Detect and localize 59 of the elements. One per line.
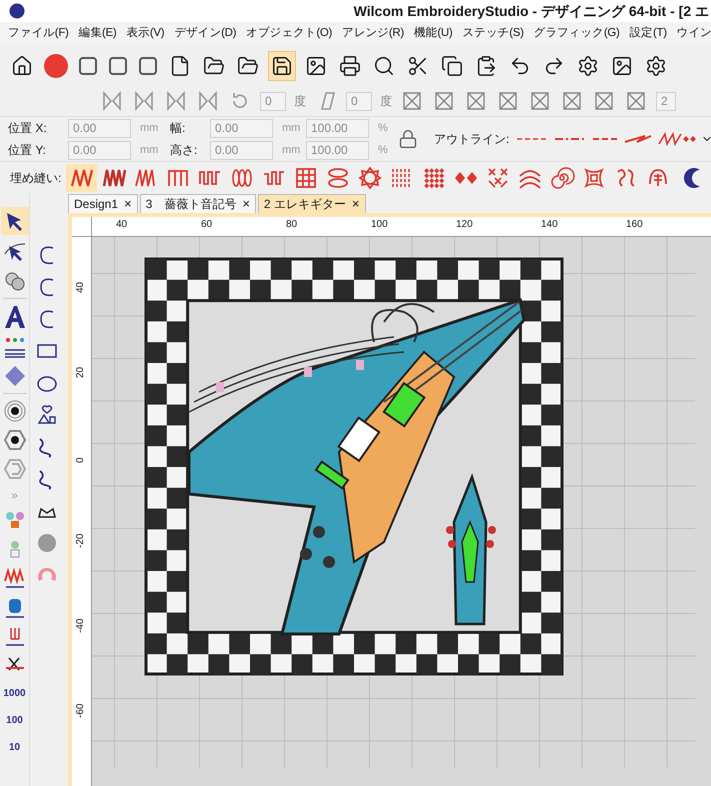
zigzag-icon[interactable] — [66, 164, 98, 192]
ruler-label: 80 — [286, 218, 298, 232]
menu-item[interactable]: 設定(T) — [630, 25, 667, 43]
menu-item[interactable]: 表示(V) — [126, 25, 164, 43]
unit-label: mm — [281, 142, 302, 158]
percent-label: % — [377, 120, 389, 136]
unit-label: mm — [139, 142, 160, 158]
ruler-label: -60 — [74, 704, 87, 718]
menu-item[interactable]: ウイン — [676, 25, 711, 43]
percent-label: % — [377, 142, 389, 158]
close-icon[interactable]: × — [242, 194, 250, 214]
save-icon[interactable] — [268, 51, 296, 81]
ruler-label: -20 — [74, 534, 87, 548]
menu-item[interactable]: アレンジ(R) — [342, 25, 404, 43]
outline-styles-icon[interactable] — [517, 132, 698, 146]
unit-label: mm — [139, 120, 160, 136]
height-label: 高さ: — [170, 142, 198, 159]
document-tab[interactable]: Design1 × — [68, 194, 138, 213]
menu-item[interactable]: グラフィック(G) — [534, 25, 620, 43]
ruler-label: 120 — [456, 218, 473, 232]
position-x-label: 位置 X: — [8, 120, 48, 137]
window-title: Wilcom EmbroideryStudio - デザイニング 64-bit - [2 エ — [354, 2, 709, 21]
ruler-label: 60 — [201, 218, 212, 232]
app-logo-icon — [8, 3, 26, 19]
menu-item[interactable]: 編集(E) — [78, 25, 116, 43]
diamond-icon[interactable] — [2, 364, 26, 388]
stitch-length-button[interactable]: 10 — [8, 737, 20, 759]
unit-label: mm — [281, 120, 302, 136]
ruler-label: 40 — [116, 218, 128, 232]
close-icon[interactable]: × — [124, 194, 132, 214]
degree-unit: 度 — [380, 93, 392, 110]
document-tab[interactable]: 3 薔薇ト音記号 × — [140, 194, 256, 213]
hexagon-icon[interactable] — [2, 428, 26, 452]
letter-a-icon[interactable] — [2, 304, 26, 330]
people-icon[interactable] — [2, 335, 26, 359]
ruler-label: -40 — [74, 618, 87, 633]
close-icon[interactable]: × — [352, 194, 360, 214]
ruler-corner[interactable] — [72, 217, 92, 237]
menu-item[interactable]: 機能(U) — [414, 25, 452, 43]
ruler-label: 20 — [74, 366, 87, 378]
stitch-length-button[interactable]: 100 — [6, 710, 23, 732]
ruler-label: 100 — [371, 218, 388, 232]
ruler-label: 140 — [541, 218, 558, 232]
lock-icon[interactable] — [398, 129, 418, 149]
target-icon[interactable] — [2, 399, 26, 423]
degree-unit: 度 — [294, 93, 306, 110]
menu-item[interactable]: ファイル(F) — [8, 25, 69, 43]
width-label: 幅: — [170, 120, 186, 137]
position-y-label: 位置 Y: — [8, 142, 48, 159]
document-tab[interactable]: 2 エレキギター × — [258, 194, 366, 213]
menu-item[interactable]: ステッチ(S) — [462, 25, 524, 43]
fill-label: 埋め縫い: — [10, 170, 62, 186]
ruler-label: 40 — [74, 282, 87, 293]
stitch-length-button[interactable]: 1000 — [3, 683, 26, 705]
ruler-label: 0 — [74, 457, 87, 463]
ruler-label: 160 — [626, 218, 643, 232]
menu-item[interactable]: デザイン(D) — [174, 25, 236, 43]
menu-item[interactable]: オブジェクト(O) — [246, 25, 332, 43]
outline-label: アウトライン: — [434, 131, 510, 148]
